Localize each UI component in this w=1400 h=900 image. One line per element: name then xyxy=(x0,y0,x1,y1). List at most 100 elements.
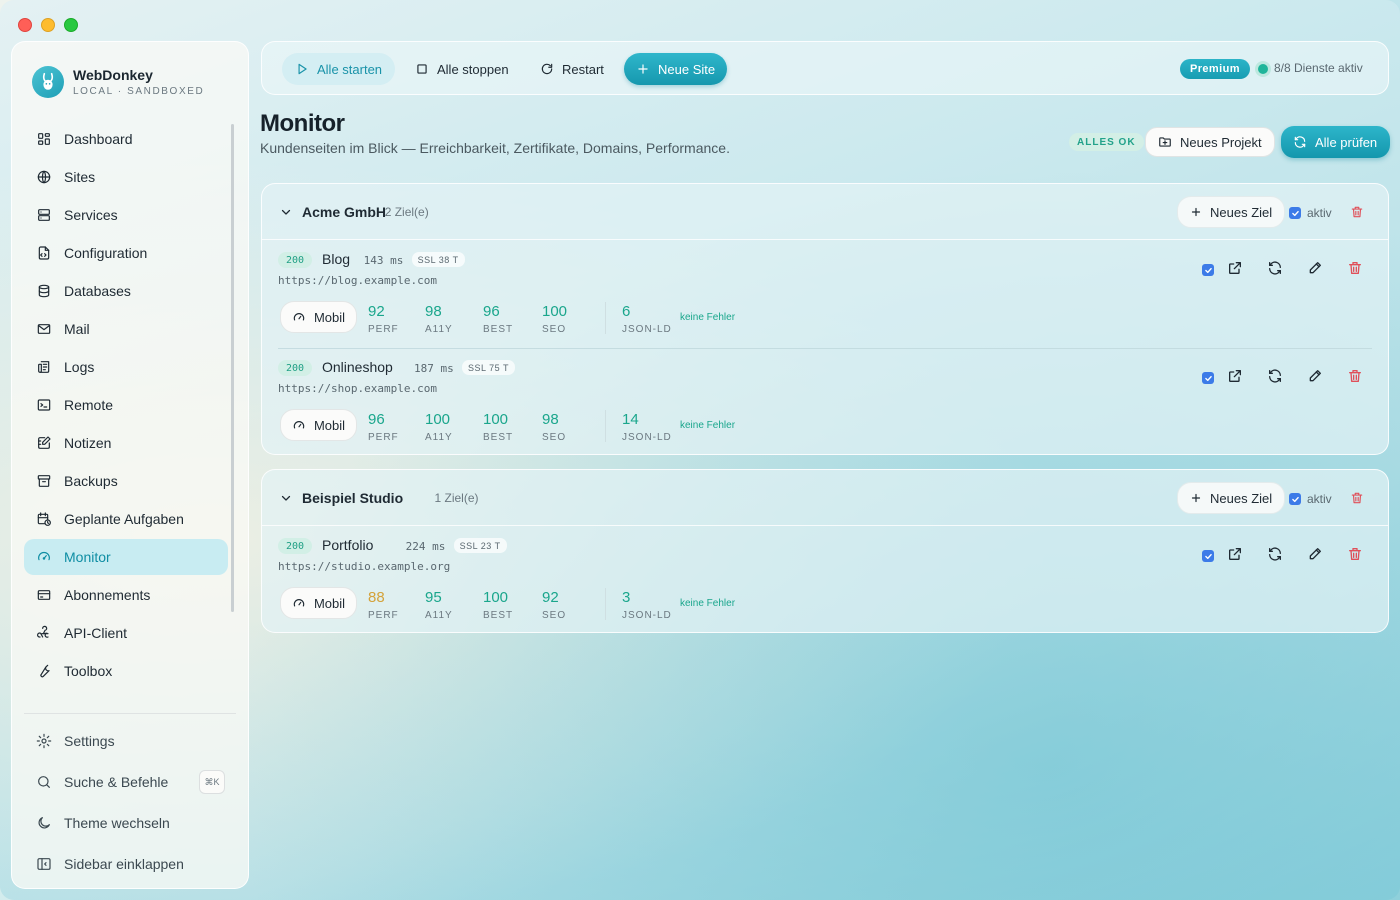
archive-icon xyxy=(37,475,51,487)
metric-label: BEST xyxy=(483,324,514,335)
target-actions xyxy=(1200,546,1361,566)
close-window-button[interactable] xyxy=(18,18,32,32)
search-icon xyxy=(38,776,50,788)
chevron-down-icon[interactable] xyxy=(280,206,292,218)
sidebar-item-sites[interactable]: Sites xyxy=(24,159,228,195)
sidebar-item-mail[interactable]: Mail xyxy=(24,311,228,347)
response-time: 187 ms xyxy=(414,362,454,375)
maximize-window-button[interactable] xyxy=(64,18,78,32)
config-file-icon xyxy=(38,246,50,260)
sidebar-item-configuration[interactable]: Configuration xyxy=(24,235,228,271)
brand: WebDonkey LOCAL · SANDBOXED xyxy=(32,66,204,98)
shortcut-badge: ⌘K xyxy=(199,770,225,794)
jsonld-count: 6 JSON-LD xyxy=(622,303,672,335)
sidebar-item-toolbox[interactable]: Toolbox xyxy=(24,653,228,689)
theme-toggle-button[interactable]: Theme wechseln xyxy=(24,804,228,842)
no-errors-text: keine Fehler xyxy=(680,420,736,431)
status-indicator-icon xyxy=(1258,64,1268,74)
plus-icon xyxy=(638,64,648,74)
sidebar-item-remote[interactable]: Remote xyxy=(24,387,228,423)
group-active-checkbox[interactable]: aktiv xyxy=(1289,206,1332,220)
folder-plus-icon xyxy=(1159,137,1171,147)
new-target-button[interactable]: Neues Ziel xyxy=(1177,482,1286,514)
restart-label: Restart xyxy=(562,61,604,77)
new-project-label: Neues Projekt xyxy=(1180,134,1262,150)
sidebar-item-logs[interactable]: Logs xyxy=(24,349,228,385)
gauge-icon xyxy=(38,551,50,561)
sidebar-item-databases[interactable]: Databases xyxy=(24,273,228,309)
new-target-button[interactable]: Neues Ziel xyxy=(1177,196,1286,228)
search-commands-button[interactable]: Suche & Befehle ⌘K xyxy=(24,763,228,801)
app-window: WebDonkey LOCAL · SANDBOXED Dashboard Sit… xyxy=(0,0,1400,900)
monitor-target-row: 200 Blog 143 ms SSL 38 T https://blog.exampl… xyxy=(262,240,1388,348)
sidebar-item-services[interactable]: Services xyxy=(24,197,228,233)
device-mobile-button[interactable]: Mobil xyxy=(280,587,357,619)
window-controls xyxy=(18,18,78,32)
new-site-label: Neue Site xyxy=(658,61,716,77)
target-name: Portfolio xyxy=(322,537,374,553)
gauge-icon xyxy=(293,599,305,607)
sidebar: WebDonkey LOCAL · SANDBOXED Dashboard Sit… xyxy=(11,41,249,889)
external-link-icon[interactable] xyxy=(1227,546,1245,564)
target-active-checkbox[interactable] xyxy=(1202,264,1214,276)
sidebar-item-label: Monitor xyxy=(64,549,111,565)
edit-pencil-icon[interactable] xyxy=(1307,368,1325,386)
refresh-icon[interactable] xyxy=(1267,368,1285,386)
sidebar-item-monitor[interactable]: Monitor xyxy=(24,539,228,575)
delete-group-trash-icon[interactable] xyxy=(1350,205,1364,219)
database-icon xyxy=(38,284,50,298)
logs-icon xyxy=(38,361,50,373)
server-icon xyxy=(38,209,50,221)
device-mobile-button[interactable]: Mobil xyxy=(280,409,357,441)
edit-pencil-icon[interactable] xyxy=(1307,260,1325,278)
sidebar-item-label: Abonnements xyxy=(64,587,151,603)
group-active-checkbox[interactable]: aktiv xyxy=(1289,492,1332,506)
delete-trash-icon[interactable] xyxy=(1347,260,1365,278)
new-site-button[interactable]: Neue Site xyxy=(624,53,728,85)
collapse-sidebar-button[interactable]: Sidebar einklappen xyxy=(24,845,228,883)
response-time-value: 224 xyxy=(405,540,426,553)
chevron-down-icon[interactable] xyxy=(280,492,292,504)
external-link-icon[interactable] xyxy=(1227,260,1245,278)
external-link-icon[interactable] xyxy=(1227,368,1245,386)
device-mobile-button[interactable]: Mobil xyxy=(280,301,357,333)
target-url: https://studio.example.org xyxy=(278,560,451,573)
minimize-window-button[interactable] xyxy=(41,18,55,32)
target-active-checkbox[interactable] xyxy=(1202,372,1214,384)
sidebar-item-api-client[interactable]: API-Client xyxy=(24,615,228,651)
target-active-checkbox[interactable] xyxy=(1202,550,1214,562)
metric-value: 98 xyxy=(542,411,559,428)
refresh-icon[interactable] xyxy=(1267,260,1285,278)
services-status: 8/8 Dienste aktiv xyxy=(1274,61,1363,75)
new-project-button[interactable]: Neues Projekt xyxy=(1145,127,1275,157)
sidebar-item-label: Toolbox xyxy=(64,663,113,679)
monitor-group: Acme GmbH 2 Ziel(e) Neues Ziel aktiv 200 Blog… xyxy=(261,183,1389,455)
sidebar-item-backups[interactable]: Backups xyxy=(24,463,228,499)
metric-label: JSON-LD xyxy=(622,432,672,443)
sidebar-item-abonnements[interactable]: Abonnements xyxy=(24,577,228,613)
check-all-button[interactable]: Alle prüfen xyxy=(1281,126,1390,158)
sidebar-item-dashboard[interactable]: Dashboard xyxy=(24,121,228,157)
delete-trash-icon[interactable] xyxy=(1347,368,1365,386)
restart-button[interactable]: Restart xyxy=(527,53,617,85)
sidebar-item-label: Notizen xyxy=(64,435,112,451)
start-all-button[interactable]: Alle starten xyxy=(282,53,396,85)
theme-label: Theme wechseln xyxy=(64,815,170,831)
sidebar-scrollbar[interactable] xyxy=(231,124,234,612)
sidebar-item-geplante-aufgaben[interactable]: Geplante Aufgaben xyxy=(24,501,228,537)
plus-icon xyxy=(1191,493,1201,503)
perf-score: 92 PERF xyxy=(368,303,399,335)
edit-pencil-icon[interactable] xyxy=(1307,546,1325,564)
stop-all-button[interactable]: Alle stoppen xyxy=(402,53,522,85)
play-icon xyxy=(298,63,307,75)
group-header: Beispiel Studio 1 Ziel(e) Neues Ziel aktiv xyxy=(262,470,1388,526)
best-practices-score: 96 BEST xyxy=(483,303,513,335)
settings-button[interactable]: Settings xyxy=(24,722,228,760)
new-target-label: Neues Ziel xyxy=(1210,490,1273,506)
delete-group-trash-icon[interactable] xyxy=(1350,491,1364,505)
sidebar-item-label: Configuration xyxy=(64,245,148,261)
sidebar-item-notizen[interactable]: Notizen xyxy=(24,425,228,461)
metric-value: 98 xyxy=(425,303,442,320)
refresh-icon[interactable] xyxy=(1267,546,1285,564)
delete-trash-icon[interactable] xyxy=(1347,546,1365,564)
